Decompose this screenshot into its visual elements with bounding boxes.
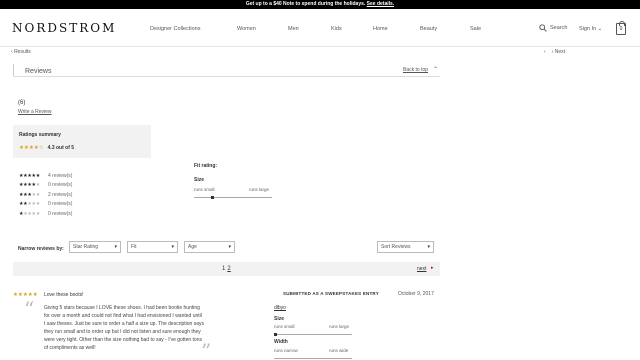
search-icon (539, 24, 547, 32)
caret-down-icon: ▾ (427, 244, 430, 250)
ratings-summary-panel: Ratings summary ★★★★☆ 4.3 out of 5 (13, 125, 151, 158)
divider (13, 64, 14, 76)
summary-score: 4.3 out of 5 (47, 145, 75, 151)
review-width-label: Width (274, 339, 288, 345)
age-select[interactable]: Age ▾ (184, 241, 235, 253)
narrow-reviews-label: Narrow reviews by: (18, 246, 64, 252)
review-size-marker (274, 333, 277, 336)
next-product-link[interactable]: › Next (552, 49, 565, 55)
review-width-scale (274, 358, 352, 359)
review-size-scale (274, 333, 352, 336)
fit-rating-label: Fit rating: (194, 163, 218, 169)
next-page-link[interactable]: next (417, 266, 426, 272)
open-quote-icon: “ (24, 297, 35, 321)
caret-down-icon: ▾ (114, 244, 117, 250)
caret-down-icon: ▾ (228, 244, 231, 250)
sort-reviews-select[interactable]: Sort Reviews ▾ (377, 241, 434, 253)
runs-small-label: runs small (194, 187, 215, 192)
distribution-row[interactable]: ★★★★★ 0 review(s) (19, 181, 72, 191)
distribution-count: 0 review(s) (48, 210, 73, 217)
review-title: Love these boots! (44, 292, 84, 298)
next-label: Next (554, 49, 566, 55)
caret-down-icon: ▾ (171, 244, 174, 250)
nordstrom-logo[interactable]: NORDSTROM (12, 21, 116, 35)
divider (13, 76, 440, 77)
search-label: Search (550, 25, 568, 31)
nav-designer-collections[interactable]: Designer Collections (150, 26, 200, 32)
write-review-link[interactable]: Write a Review (18, 109, 52, 115)
distribution-count: 4 review(s) (48, 172, 73, 179)
next-arrow-icon[interactable]: ▸ (431, 265, 434, 271)
back-to-top-link[interactable]: Back to top (403, 67, 428, 73)
fit-select[interactable]: Fit ▾ (127, 241, 178, 253)
rating-distribution: ★★★★★ 4 review(s) ★★★★★ 0 review(s) ★★★★… (19, 171, 72, 219)
chevron-up-icon[interactable]: ⌃ (433, 66, 438, 73)
review-runs-narrow: runs narrow (274, 348, 298, 353)
distribution-row[interactable]: ★★★★★ 4 review(s) (19, 171, 72, 181)
fit-size-label: Size (194, 177, 205, 183)
distribution-row[interactable]: ★★★★★ 0 review(s) (19, 200, 72, 210)
review-size-label: Size (274, 316, 285, 322)
fit-value: Fit (131, 244, 137, 250)
review-filters: Narrow reviews by: Star Rating ▾ Fit ▾ A… (13, 240, 440, 256)
page-numbers: 1 2 (222, 266, 231, 272)
star-rating-value: Star Rating (73, 244, 99, 250)
sign-in-button[interactable]: Sign In ⌄ (579, 26, 602, 32)
product-pager: ‹ › Next (544, 49, 565, 55)
review-runs-large: runs large (329, 324, 350, 329)
previous-chevron-icon[interactable]: ‹ (544, 49, 546, 55)
review-pagination: 1 2 next ▸ (13, 262, 440, 276)
summary-stars-icon: ★★★★☆ (19, 145, 44, 151)
search-button[interactable]: Search (539, 24, 567, 32)
promo-text: Get up to a $40 Note to spend during the… (245, 1, 366, 7)
two-star-icon: ★★★★★ (19, 201, 40, 208)
fit-marker (211, 196, 215, 199)
review-runs-small: runs small (274, 324, 295, 329)
fit-scale (194, 196, 272, 199)
age-value: Age (188, 244, 197, 250)
promo-banner: Get up to a $40 Note to spend during the… (0, 0, 640, 9)
reviewer-name[interactable]: dlbyo (274, 305, 286, 311)
four-star-icon: ★★★★★ (19, 182, 40, 189)
close-quote-icon: ” (201, 339, 212, 360)
star-rating-select[interactable]: Star Rating ▾ (69, 241, 121, 253)
distribution-count: 0 review(s) (48, 182, 73, 189)
site-header: NORDSTROM Designer Collections Women Men… (0, 9, 640, 47)
distribution-count: 2 review(s) (48, 191, 73, 198)
one-star-icon: ★★★★★ (19, 210, 40, 217)
sweepstakes-badge: SUBMITTED AS A SWEEPSTAKES ENTRY (283, 291, 379, 296)
review-item: ★★★★★ Love these boots! “ Giving 5 stars… (13, 288, 440, 360)
sort-value: Sort Reviews (381, 244, 411, 250)
back-to-results-link[interactable]: ‹ Results (11, 49, 31, 55)
nav-sale[interactable]: Sale (470, 26, 481, 32)
ratings-summary-value: ★★★★☆ 4.3 out of 5 (19, 145, 74, 151)
distribution-row[interactable]: ★★★★★ 0 review(s) (19, 209, 72, 219)
nav-home[interactable]: Home (373, 26, 388, 32)
shopping-bag-icon[interactable]: 0 (616, 21, 626, 35)
review-date: October 9, 2017 (398, 291, 434, 297)
promo-details-link[interactable]: See details. (367, 1, 395, 7)
three-star-icon: ★★★★★ (19, 191, 40, 198)
page-1: 1 (222, 266, 226, 272)
chevron-down-icon: ⌄ (597, 26, 603, 32)
nav-beauty[interactable]: Beauty (420, 26, 437, 32)
page-2-link[interactable]: 2 (227, 266, 230, 272)
review-count: (6) (18, 100, 26, 106)
review-body: Giving 5 stars because I LOVE these shoe… (44, 305, 204, 351)
chevron-left-icon: ‹ (11, 49, 13, 55)
bag-count: 0 (619, 26, 623, 32)
runs-large-label: runs large (249, 187, 270, 192)
sign-in-label: Sign In (579, 26, 597, 32)
five-star-icon: ★★★★★ (19, 172, 40, 179)
back-to-results-label: Results (14, 49, 31, 55)
ratings-summary-label: Ratings summary (19, 132, 61, 138)
distribution-count: 0 review(s) (48, 201, 73, 208)
nav-men[interactable]: Men (288, 26, 299, 32)
review-runs-wide: runs wide (329, 348, 349, 353)
nav-kids[interactable]: Kids (331, 26, 342, 32)
distribution-row[interactable]: ★★★★★ 2 review(s) (19, 190, 72, 200)
reviews-heading: Reviews (25, 68, 52, 75)
nav-women[interactable]: Women (237, 26, 256, 32)
